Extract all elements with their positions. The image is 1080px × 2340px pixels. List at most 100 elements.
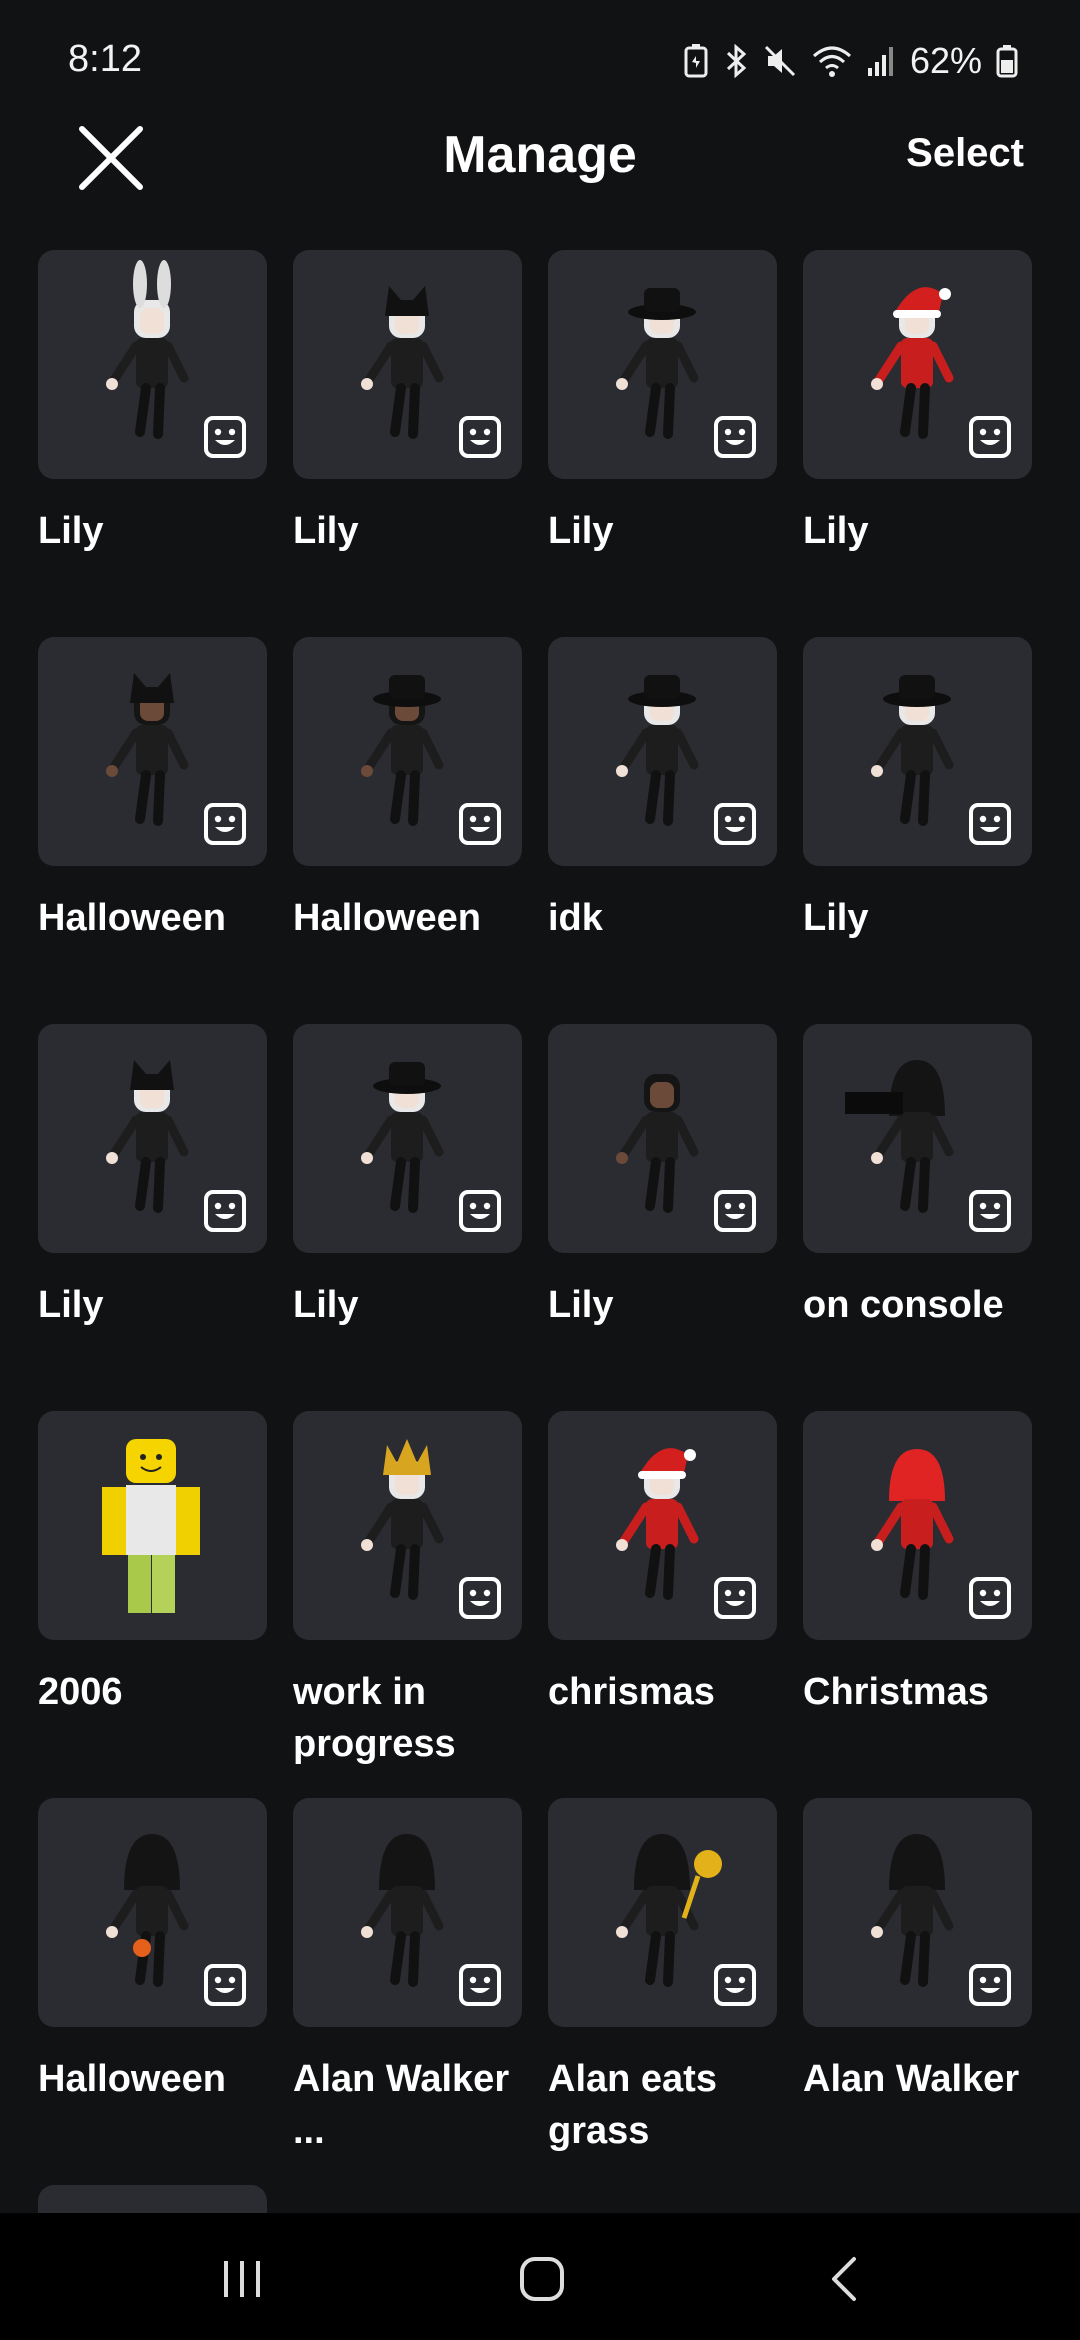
outfit-name: Halloween: [38, 2058, 226, 2100]
outfit-name: Lily: [38, 510, 104, 552]
outfit-item[interactable]: Lily: [293, 250, 522, 637]
outfit-item[interactable]: Lily: [293, 1024, 522, 1411]
outfit-thumbnail[interactable]: [293, 1411, 522, 1640]
emote-face-icon: [204, 803, 246, 845]
status-bar: 8:12 62%: [0, 0, 1080, 120]
outfit-name: Lily: [548, 1284, 614, 1326]
back-button[interactable]: [816, 2249, 876, 2309]
status-icons: 62%: [684, 40, 1018, 82]
status-time: 8:12: [68, 38, 142, 80]
emote-face-icon: [969, 416, 1011, 458]
header: Manage Select: [0, 115, 1080, 235]
outfit-item[interactable]: Lily: [548, 1024, 777, 1411]
outfit-item[interactable]: Lily: [548, 250, 777, 637]
outfit-item[interactable]: work in progress: [293, 1411, 522, 1798]
outfit-thumbnail[interactable]: [548, 250, 777, 479]
emote-face-icon: [969, 1964, 1011, 2006]
outfit-name: Lily: [803, 510, 869, 552]
outfit-item[interactable]: Lily: [38, 250, 267, 637]
mute-icon: [764, 45, 795, 77]
outfit-thumbnail[interactable]: [803, 250, 1032, 479]
outfit-thumbnail[interactable]: [38, 1798, 267, 2027]
emote-face-icon: [204, 416, 246, 458]
outfit-item[interactable]: 2006: [38, 1411, 267, 1798]
outfit-thumbnail[interactable]: [293, 1798, 522, 2027]
outfit-thumbnail-partial[interactable]: [38, 2185, 267, 2215]
battery-percent: 62%: [909, 40, 982, 81]
emote-face-icon: [969, 803, 1011, 845]
select-button[interactable]: Select: [906, 131, 1024, 176]
navigation-bar: [0, 2213, 1080, 2340]
outfit-item[interactable]: chrismas: [548, 1411, 777, 1798]
emote-face-icon: [714, 1577, 756, 1619]
outfit-name: Lily: [38, 1284, 104, 1326]
home-icon: [520, 2257, 564, 2301]
emote-face-icon: [459, 1577, 501, 1619]
outfit-thumbnail[interactable]: [548, 1798, 777, 2027]
emote-face-icon: [204, 1964, 246, 2006]
outfit-item[interactable]: on console: [803, 1024, 1032, 1411]
emote-face-icon: [459, 416, 501, 458]
outfit-item[interactable]: Alan eats grass: [548, 1798, 777, 2185]
outfit-name: on console: [803, 1284, 1004, 1326]
battery-saver-icon: [684, 44, 708, 78]
outfit-name: Halloween: [293, 897, 481, 939]
outfit-name: Halloween: [38, 897, 226, 939]
outfit-name: Lily: [548, 510, 614, 552]
emote-face-icon: [969, 1577, 1011, 1619]
outfit-thumbnail[interactable]: [803, 1411, 1032, 1640]
outfit-thumbnail[interactable]: [548, 1411, 777, 1640]
outfit-item[interactable]: Lily: [803, 637, 1032, 1024]
outfit-name: idk: [548, 897, 603, 939]
emote-face-icon: [714, 416, 756, 458]
outfit-item[interactable]: Halloween: [293, 637, 522, 1024]
outfit-item[interactable]: Halloween: [38, 1798, 267, 2185]
outfit-thumbnail[interactable]: [38, 637, 267, 866]
emote-face-icon: [714, 1190, 756, 1232]
wifi-icon: [812, 46, 851, 77]
home-button[interactable]: [512, 2249, 572, 2309]
outfit-item[interactable]: Lily: [38, 1024, 267, 1411]
outfit-thumbnail[interactable]: [38, 250, 267, 479]
outfit-thumbnail[interactable]: [293, 637, 522, 866]
emote-face-icon: [459, 1190, 501, 1232]
outfit-thumbnail[interactable]: [803, 1024, 1032, 1253]
outfit-name: Alan Walker: [803, 2058, 1020, 2100]
outfit-item[interactable]: Alan Walker ...: [293, 1798, 522, 2185]
emote-face-icon: [714, 1964, 756, 2006]
outfit-grid: Lily Lily Lily Lily Halloween Halloween idk Lil…: [38, 250, 1048, 2185]
outfit-item[interactable]: Lily: [803, 250, 1032, 637]
outfit-thumbnail[interactable]: [803, 1798, 1032, 2027]
recents-icon: [224, 2261, 260, 2297]
signal-icon: [867, 47, 893, 76]
outfit-name: Alan eats grass: [548, 2058, 717, 2152]
outfit-thumbnail[interactable]: [38, 1411, 267, 1640]
bluetooth-icon: [726, 44, 747, 78]
outfit-thumbnail[interactable]: [38, 1024, 267, 1253]
emote-face-icon: [714, 803, 756, 845]
outfit-name: Christmas: [803, 1671, 989, 1713]
outfit-thumbnail[interactable]: [548, 637, 777, 866]
outfit-name: 2006: [38, 1671, 123, 1713]
outfit-item[interactable]: Halloween: [38, 637, 267, 1024]
outfit-name: Lily: [803, 897, 869, 939]
battery-icon: [996, 45, 1018, 78]
outfit-name: chrismas: [548, 1671, 715, 1713]
recents-button[interactable]: [212, 2249, 272, 2309]
outfit-thumbnail[interactable]: [548, 1024, 777, 1253]
outfit-thumbnail[interactable]: [293, 250, 522, 479]
emote-face-icon: [204, 1190, 246, 1232]
outfit-name: work in progress: [293, 1671, 456, 1765]
emote-face-icon: [969, 1190, 1011, 1232]
avatar-image: [102, 1439, 200, 1613]
outfit-item[interactable]: Christmas: [803, 1411, 1032, 1798]
outfit-thumbnail[interactable]: [293, 1024, 522, 1253]
outfit-name: Alan Walker ...: [293, 2058, 510, 2152]
outfit-item[interactable]: idk: [548, 637, 777, 1024]
back-icon: [832, 2257, 856, 2301]
outfit-thumbnail[interactable]: [803, 637, 1032, 866]
outfit-name: Lily: [293, 510, 359, 552]
emote-face-icon: [459, 803, 501, 845]
outfit-name: Lily: [293, 1284, 359, 1326]
outfit-item[interactable]: Alan Walker: [803, 1798, 1032, 2185]
